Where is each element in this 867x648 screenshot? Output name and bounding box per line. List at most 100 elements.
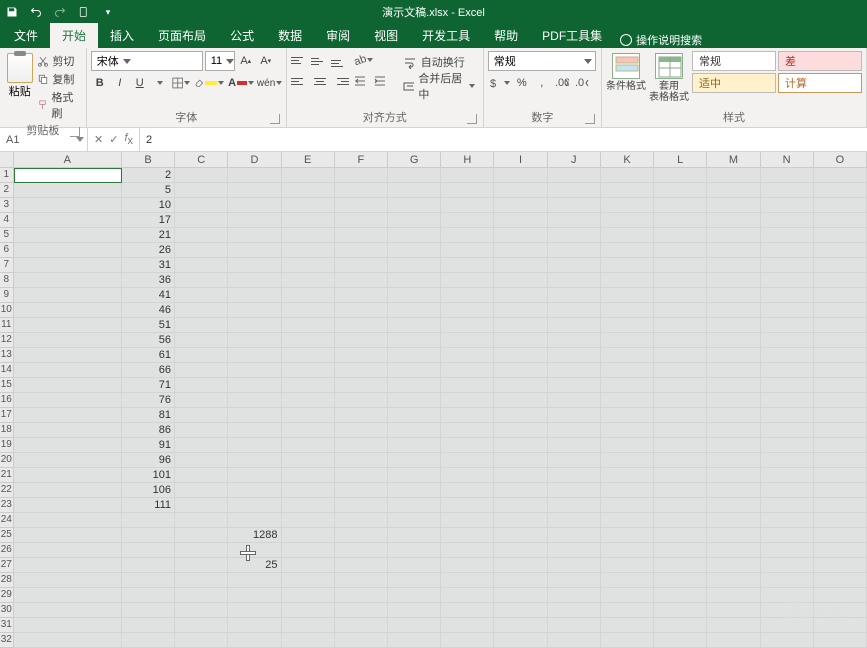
cell[interactable]	[548, 198, 601, 213]
cell[interactable]: 36	[122, 273, 175, 288]
row-header[interactable]: 8	[0, 273, 14, 288]
cell[interactable]	[707, 438, 760, 453]
cell[interactable]	[441, 543, 494, 558]
cell[interactable]	[282, 528, 335, 543]
cell[interactable]	[175, 273, 228, 288]
cell[interactable]	[335, 273, 388, 288]
cut-button[interactable]: 剪切	[37, 53, 81, 69]
cell[interactable]	[601, 333, 654, 348]
cell[interactable]	[601, 603, 654, 618]
cell[interactable]	[335, 618, 388, 633]
cell[interactable]	[335, 183, 388, 198]
cell[interactable]	[654, 483, 707, 498]
cell[interactable]	[548, 378, 601, 393]
cell[interactable]	[654, 423, 707, 438]
cell[interactable]	[761, 333, 814, 348]
cell[interactable]	[494, 468, 547, 483]
cell[interactable]	[14, 603, 122, 618]
cell[interactable]	[548, 468, 601, 483]
cell[interactable]	[548, 303, 601, 318]
cell[interactable]	[175, 453, 228, 468]
shrink-font-icon[interactable]: A▾	[257, 52, 275, 70]
cell[interactable]	[335, 168, 388, 183]
cell[interactable]	[548, 318, 601, 333]
cell[interactable]	[228, 393, 281, 408]
formula-input[interactable]: 2	[140, 128, 867, 151]
cell[interactable]	[601, 573, 654, 588]
qat-more-icon[interactable]: ▾	[100, 4, 116, 20]
cell[interactable]: 21	[122, 228, 175, 243]
cell[interactable]	[14, 243, 122, 258]
cell[interactable]	[494, 483, 547, 498]
cell[interactable]	[548, 498, 601, 513]
cell[interactable]	[282, 258, 335, 273]
cell[interactable]	[441, 573, 494, 588]
cell[interactable]	[494, 258, 547, 273]
cell[interactable]	[175, 528, 228, 543]
cell[interactable]	[654, 378, 707, 393]
decrease-decimal-icon[interactable]: .0	[573, 74, 591, 92]
cell[interactable]	[335, 633, 388, 648]
tab-insert[interactable]: 插入	[98, 23, 146, 48]
cell[interactable]	[335, 213, 388, 228]
cell[interactable]	[548, 438, 601, 453]
cell[interactable]	[175, 288, 228, 303]
cell[interactable]	[548, 483, 601, 498]
cell[interactable]	[175, 318, 228, 333]
cell[interactable]	[175, 438, 228, 453]
col-header-G[interactable]: G	[388, 152, 441, 168]
cell[interactable]: 26	[122, 243, 175, 258]
cell[interactable]	[494, 558, 547, 573]
cell[interactable]	[282, 288, 335, 303]
cell[interactable]	[601, 558, 654, 573]
cell[interactable]	[707, 333, 760, 348]
select-all-corner[interactable]	[0, 152, 14, 168]
cell[interactable]	[548, 168, 601, 183]
cell[interactable]	[601, 618, 654, 633]
cell[interactable]	[335, 378, 388, 393]
cell[interactable]	[494, 453, 547, 468]
copy-button[interactable]: 复制	[37, 71, 81, 87]
cell[interactable]	[654, 513, 707, 528]
cell[interactable]	[335, 468, 388, 483]
cell[interactable]	[761, 633, 814, 648]
cell[interactable]	[441, 423, 494, 438]
cell[interactable]	[228, 228, 281, 243]
cell[interactable]	[122, 543, 175, 558]
cell[interactable]	[441, 528, 494, 543]
cell[interactable]	[388, 588, 441, 603]
font-launcher-icon[interactable]	[270, 114, 280, 124]
cell[interactable]	[14, 348, 122, 363]
row-header[interactable]: 20	[0, 453, 14, 468]
cell[interactable]	[122, 513, 175, 528]
cell[interactable]	[175, 348, 228, 363]
cell[interactable]	[494, 243, 547, 258]
cell[interactable]	[14, 393, 122, 408]
cell[interactable]	[228, 273, 281, 288]
cell[interactable]	[388, 453, 441, 468]
cell[interactable]	[707, 228, 760, 243]
cell[interactable]	[175, 168, 228, 183]
cell[interactable]	[441, 213, 494, 228]
cell[interactable]	[175, 423, 228, 438]
row-header[interactable]: 19	[0, 438, 14, 453]
cell[interactable]	[761, 513, 814, 528]
cell[interactable]	[388, 408, 441, 423]
cell[interactable]	[335, 243, 388, 258]
cell[interactable]	[335, 408, 388, 423]
cell[interactable]	[814, 228, 867, 243]
col-header-E[interactable]: E	[282, 152, 335, 168]
cell[interactable]: 61	[122, 348, 175, 363]
cell[interactable]: 10	[122, 198, 175, 213]
cell[interactable]	[228, 453, 281, 468]
cell[interactable]	[388, 438, 441, 453]
cell[interactable]: 71	[122, 378, 175, 393]
cell[interactable]	[175, 558, 228, 573]
cell[interactable]	[814, 453, 867, 468]
cell[interactable]	[14, 453, 122, 468]
col-header-B[interactable]: B	[122, 152, 175, 168]
cell[interactable]	[441, 243, 494, 258]
cell[interactable]	[814, 513, 867, 528]
cell[interactable]	[654, 198, 707, 213]
cell[interactable]	[601, 273, 654, 288]
